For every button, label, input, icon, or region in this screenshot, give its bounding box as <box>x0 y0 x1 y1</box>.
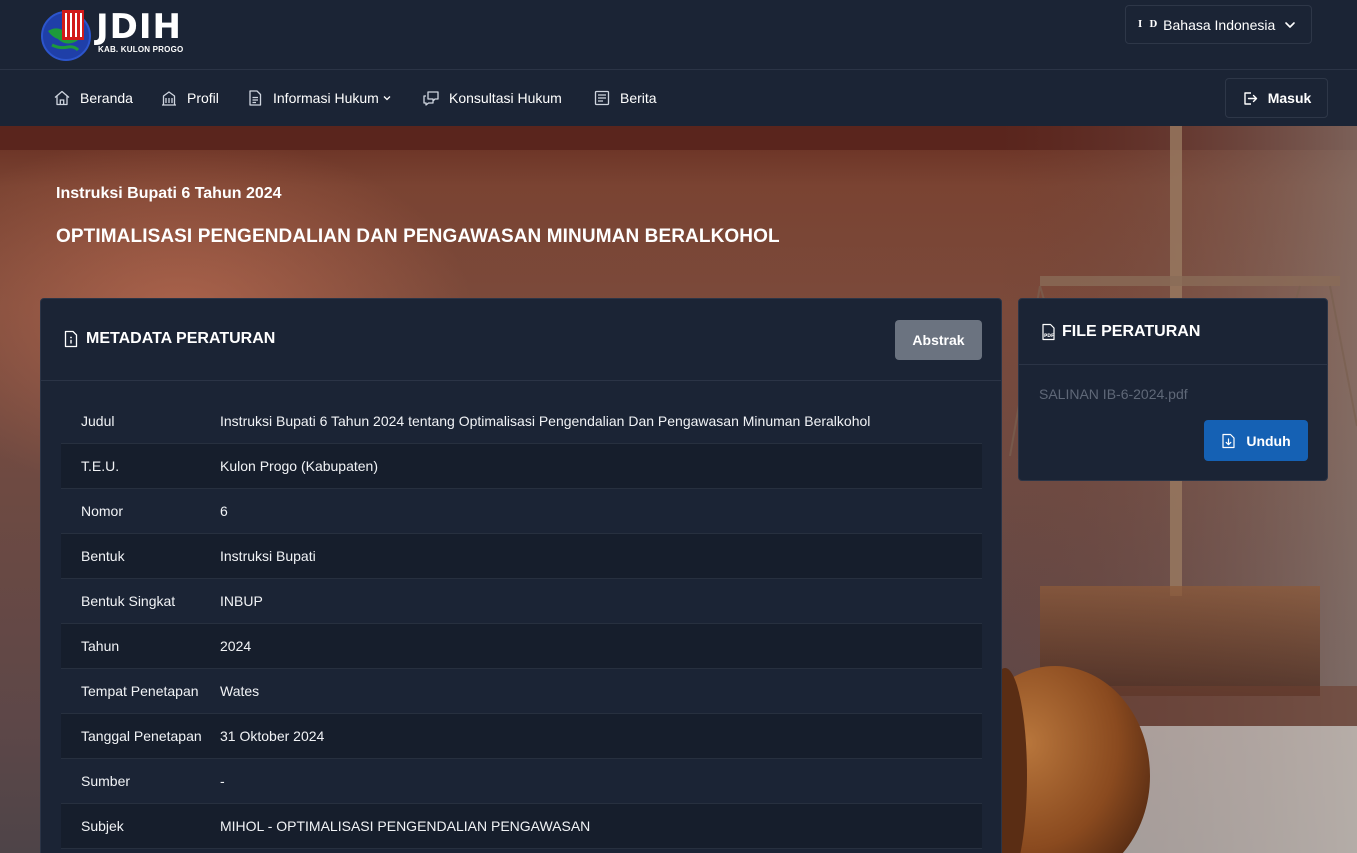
row-value: 2024 <box>220 638 252 654</box>
download-file-icon <box>1222 433 1235 448</box>
abstrak-button[interactable]: Abstrak <box>895 320 982 360</box>
nav-item-label: Konsultasi Hukum <box>449 90 562 106</box>
site-logo[interactable]: JDIH KAB. KULON PROGO <box>40 5 190 61</box>
file-heading-label: FILE PERATURAN <box>1062 323 1201 340</box>
nav-item-beranda[interactable]: Beranda <box>53 70 133 126</box>
top-header: JDIH KAB. KULON PROGO I D Bahasa Indones… <box>0 0 1357 70</box>
table-row: Tahun 2024 <box>61 624 982 669</box>
row-key: Subjek <box>81 818 124 834</box>
document-kicker: Instruksi Bupati 6 Tahun 2024 <box>56 185 282 202</box>
file-card: PDF FILE PERATURAN SALINAN IB-6-2024.pdf… <box>1018 298 1328 481</box>
row-value: 6 <box>220 503 228 519</box>
metadata-heading: METADATA PERATURAN <box>63 330 275 348</box>
document-title: OPTIMALISASI PENGENDALIAN DAN PENGAWASAN… <box>56 226 780 247</box>
pdf-file-icon: PDF <box>1042 323 1055 341</box>
row-value: Kulon Progo (Kabupaten) <box>220 458 378 474</box>
nav-item-label: Berita <box>620 90 657 106</box>
language-label: Bahasa Indonesia <box>1163 16 1276 33</box>
globe-logo-icon <box>41 10 91 61</box>
download-label: Unduh <box>1246 432 1291 449</box>
home-icon <box>54 90 70 106</box>
row-value: INBUP <box>220 593 263 609</box>
table-row: T.E.U. Kulon Progo (Kabupaten) <box>61 444 982 489</box>
document-info-icon <box>64 330 78 348</box>
chevron-down-icon <box>383 96 391 101</box>
table-row: Nomor 6 <box>61 489 982 534</box>
chat-icon <box>423 91 439 106</box>
table-row: Bentuk Singkat INBUP <box>61 579 982 624</box>
newspaper-icon <box>594 90 610 106</box>
row-key: Bentuk <box>81 548 125 564</box>
nav-item-label: Beranda <box>80 90 133 106</box>
row-key: Nomor <box>81 503 124 519</box>
download-button[interactable]: Unduh <box>1204 420 1308 461</box>
metadata-heading-label: METADATA PERATURAN <box>86 330 276 347</box>
row-value: Instruksi Bupati <box>220 548 316 564</box>
main-navigation: Beranda Profil Informasi Hukum Konsultas… <box>0 70 1357 126</box>
login-button[interactable]: Masuk <box>1225 78 1328 118</box>
row-key: Sumber <box>81 773 131 789</box>
row-key: Tempat Penetapan <box>81 683 199 699</box>
row-value: MIHOL - OPTIMALISASI PENGENDALIAN PENGAW… <box>220 818 591 834</box>
nav-item-informasi-hukum[interactable]: Informasi Hukum <box>246 70 392 126</box>
file-heading: PDF FILE PERATURAN <box>1041 323 1200 341</box>
row-key: Tahun <box>81 638 120 654</box>
table-row: Bentuk Instruksi Bupati <box>61 534 982 579</box>
row-key: Tanggal Penetapan <box>81 728 202 744</box>
row-value: Wates <box>220 683 260 699</box>
svg-text:PDF: PDF <box>1044 333 1054 339</box>
table-row: Tempat Penetapan Wates <box>61 669 982 714</box>
nav-item-profil[interactable]: Profil <box>160 70 219 126</box>
nav-item-berita[interactable]: Berita <box>593 70 657 126</box>
login-icon <box>1244 91 1257 105</box>
row-value: - <box>220 773 225 789</box>
justice-scale-image <box>1000 126 1357 853</box>
chevron-down-icon <box>1285 22 1295 28</box>
language-selector[interactable]: I D Bahasa Indonesia <box>1125 5 1312 44</box>
document-icon <box>249 90 262 106</box>
metadata-card: METADATA PERATURAN Abstrak Judul Instruk… <box>40 298 1002 853</box>
table-row: Tanggal Penetapan 31 Oktober 2024 <box>61 714 982 759</box>
login-label: Masuk <box>1267 90 1312 106</box>
table-row: Sumber - <box>61 759 982 804</box>
table-row: Judul Instruksi Bupati 6 Tahun 2024 tent… <box>61 399 982 444</box>
file-card-header: PDF FILE PERATURAN <box>1019 299 1327 365</box>
row-key: Judul <box>81 413 115 429</box>
nav-item-label: Profil <box>187 90 219 106</box>
row-key: Bentuk Singkat <box>81 593 176 609</box>
language-flag-code: I D <box>1138 19 1160 30</box>
metadata-card-header: METADATA PERATURAN Abstrak <box>41 299 1001 381</box>
row-value: 31 Oktober 2024 <box>220 728 325 744</box>
row-key: T.E.U. <box>81 458 120 474</box>
metadata-table: Judul Instruksi Bupati 6 Tahun 2024 tent… <box>61 399 982 849</box>
row-value: Instruksi Bupati 6 Tahun 2024 tentang Op… <box>220 413 871 429</box>
file-name: SALINAN IB-6-2024.pdf <box>1039 386 1188 402</box>
table-row: Subjek MIHOL - OPTIMALISASI PENGENDALIAN… <box>61 804 982 849</box>
logo-subtitle: KAB. KULON PROGO <box>98 45 184 54</box>
logo-text: JDIH <box>96 7 182 47</box>
nav-item-label: Informasi Hukum <box>273 90 379 106</box>
building-icon <box>162 91 176 106</box>
nav-item-konsultasi-hukum[interactable]: Konsultasi Hukum <box>422 70 562 126</box>
